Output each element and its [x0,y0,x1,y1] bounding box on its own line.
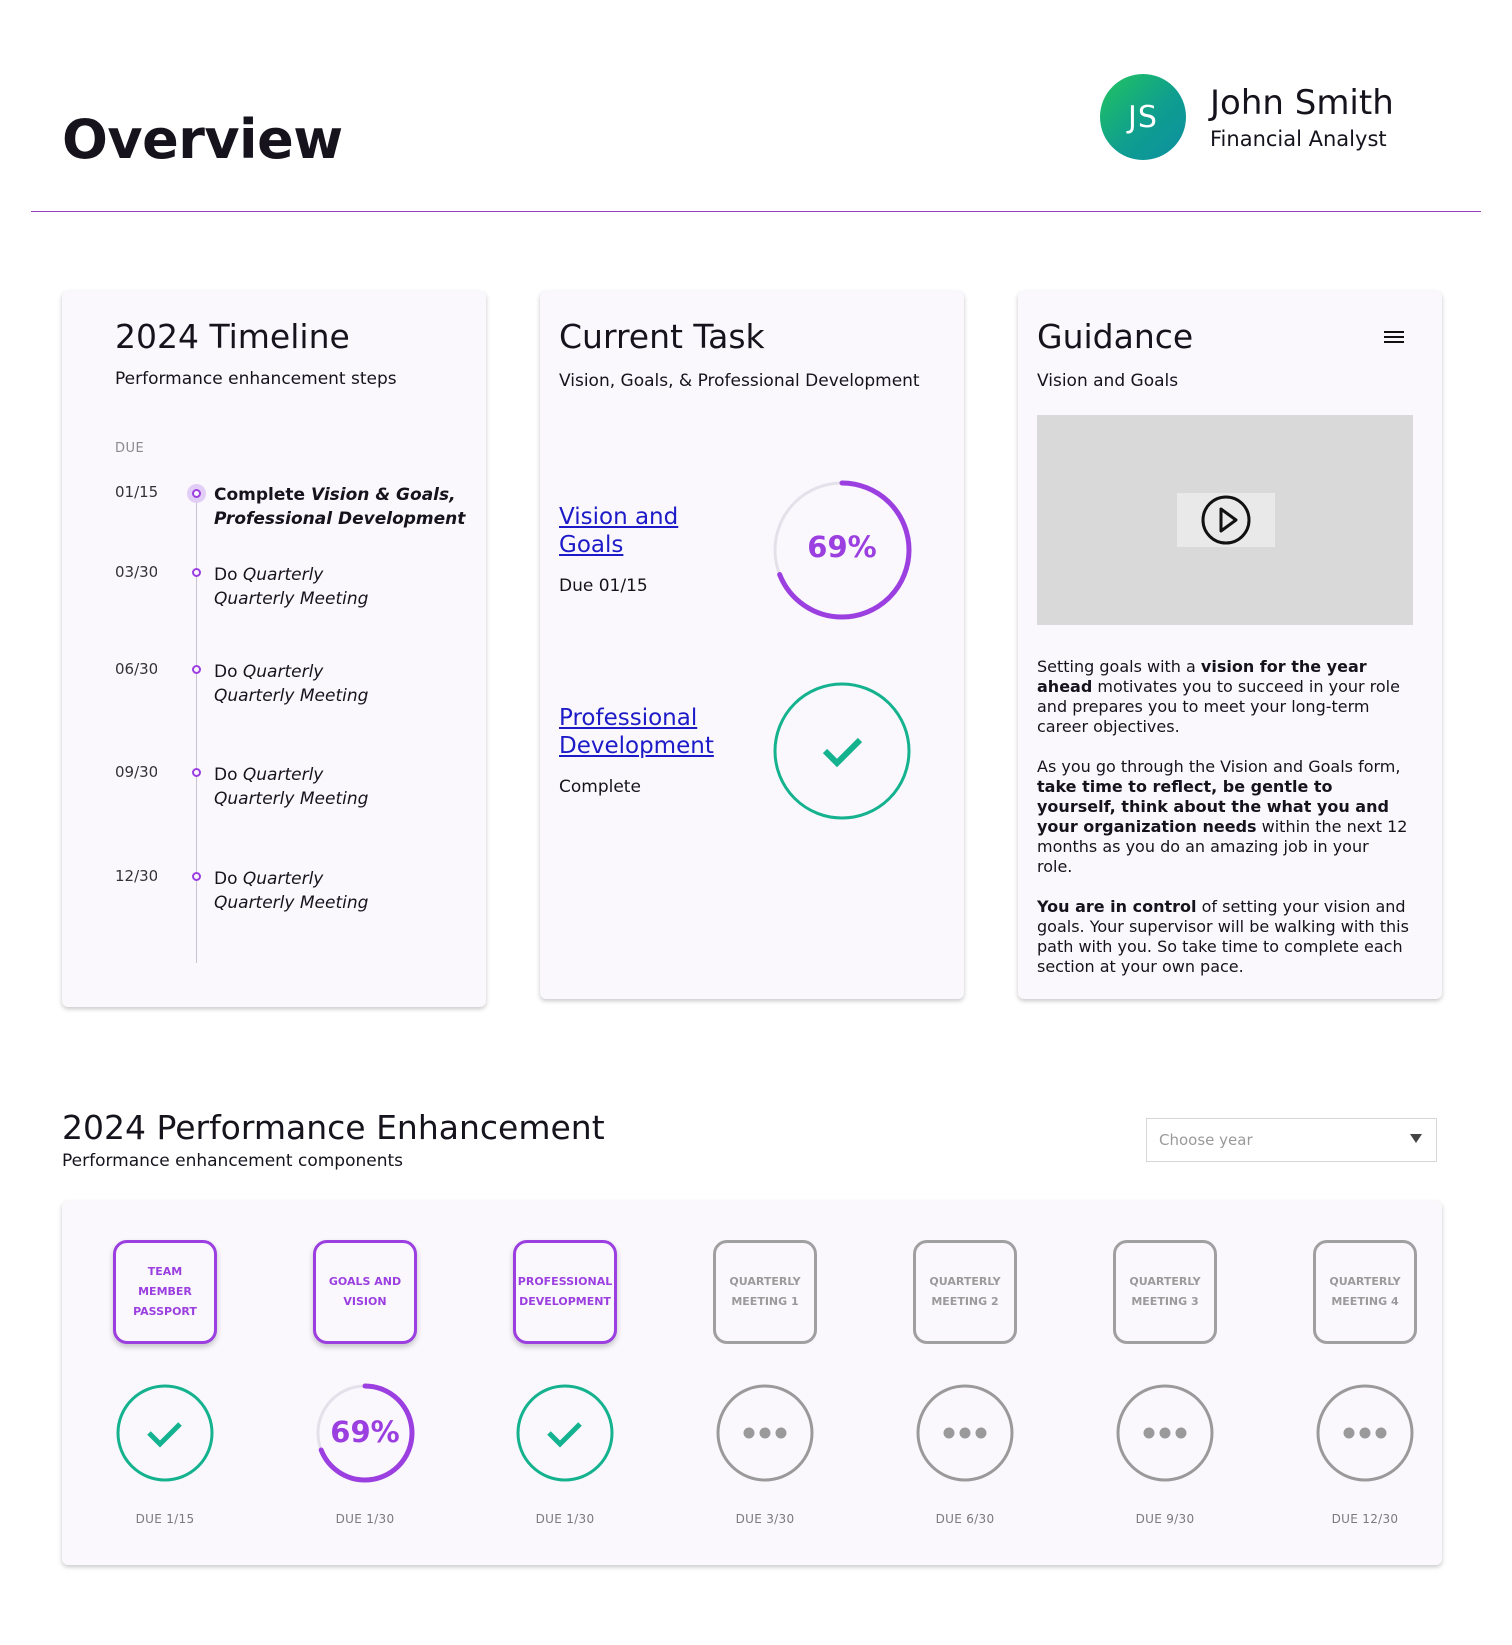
more-dot [1343,1427,1355,1439]
component-tile[interactable]: QUARTERLY MEETING 2 [913,1240,1017,1344]
guidance-title: Guidance [1037,317,1194,356]
timeline-date: 06/30 [115,660,157,678]
timeline-date: 09/30 [115,763,157,781]
guidance-card: Guidance Vision and Goals Setting goals … [1018,291,1442,999]
components-row: TEAM MEMBER PASSPORT DUE 1/15 GOALS AND VI… [62,1201,1442,1565]
performance-subtitle: Performance enhancement components [62,1151,404,1171]
pending-status [715,1383,815,1483]
performance-components-card: TEAM MEMBER PASSPORT DUE 1/15 GOALS AND VI… [62,1201,1442,1565]
more-dot [759,1427,771,1439]
timeline-marker [192,768,201,777]
timeline-step[interactable]: Do Quarterly Quarterly Meeting [214,660,368,708]
timeline-marker [192,665,201,674]
component-due-date: DUE 1/30 [335,1512,395,1526]
current-task-title: Current Task [559,317,765,356]
year-select-placeholder: Choose year [1159,1131,1253,1149]
avatar[interactable]: JS [1100,74,1186,160]
check-icon [822,737,863,768]
guidance-text: Setting goals with a vision for the year… [1037,657,1409,997]
timeline-step[interactable]: Do Quarterly Quarterly Meeting [214,563,368,611]
component-due-date: DUE 6/30 [935,1512,995,1526]
user-info: John Smith Financial Analyst [1210,83,1394,151]
guidance-paragraph: As you go through the Vision and Goals f… [1037,757,1408,876]
progress-value: 69% [330,1415,400,1449]
component-due-date: DUE 12/30 [1331,1512,1399,1526]
component-due-date: DUE 3/30 [735,1512,795,1526]
more-dot [743,1427,755,1439]
more-dot [959,1427,971,1439]
component-tile[interactable]: PROFESSIONAL DEVELOPMENT [513,1240,617,1344]
year-select[interactable]: Choose year [1146,1118,1437,1162]
check-icon [147,1422,182,1448]
guidance-paragraph: You are in control of setting your visio… [1037,897,1409,976]
more-dot [1375,1427,1387,1439]
task-progress-ring: 69% [772,480,912,620]
more-dot [1159,1427,1171,1439]
timeline-marker-active [187,484,206,503]
component-due-date: DUE 9/30 [1135,1512,1195,1526]
timeline-date: 12/30 [115,867,157,885]
chevron-down-icon [1410,1134,1422,1143]
timeline-marker [192,872,201,881]
component-due-date: DUE 1/15 [135,1512,195,1526]
pending-status [1315,1383,1415,1483]
pending-status [1115,1383,1215,1483]
component-tile[interactable]: GOALS AND VISION [313,1240,417,1344]
check-icon [547,1422,582,1448]
play-button[interactable] [1177,493,1275,547]
more-dot [975,1427,987,1439]
user-name: John Smith [1210,83,1394,123]
more-dot [943,1427,955,1439]
page-title: Overview [62,108,343,171]
timeline-step[interactable]: Complete Vision & Goals, Professional De… [214,483,465,531]
vision-goals-link[interactable]: Vision and Goals [559,503,678,559]
guidance-subtitle: Vision and Goals [1037,371,1179,391]
video-player[interactable] [1037,415,1413,625]
timeline-card: 2024 Timeline Performance enhancement st… [62,291,486,1007]
timeline-line [196,491,197,963]
header-divider [31,211,1481,212]
component-tile[interactable]: QUARTERLY MEETING 3 [1113,1240,1217,1344]
play-icon [1201,495,1251,545]
more-dot [1359,1427,1371,1439]
timeline-date: 01/15 [115,483,157,501]
performance-title: 2024 Performance Enhancement [62,1108,605,1147]
current-task-card: Current Task Vision, Goals, & Profession… [540,291,964,999]
more-dot [1143,1427,1155,1439]
timeline-date: 03/30 [115,563,157,581]
task-due-date: Due 01/15 [559,576,648,596]
timeline-marker [192,568,201,577]
menu-icon[interactable] [1384,331,1404,345]
task-status: Complete [559,777,641,797]
component-tile[interactable]: QUARTERLY MEETING 1 [713,1240,817,1344]
user-role: Financial Analyst [1210,127,1387,151]
component-due-date: DUE 1/30 [535,1512,595,1526]
timeline-step[interactable]: Do Quarterly Quarterly Meeting [214,867,368,915]
component-tile[interactable]: TEAM MEMBER PASSPORT [113,1240,217,1344]
progress-ring: 69% [315,1383,415,1483]
complete-status [515,1383,615,1483]
professional-development-link[interactable]: Professional Development [559,704,714,760]
timeline-step[interactable]: Do Quarterly Quarterly Meeting [214,763,368,811]
current-task-subtitle: Vision, Goals, & Professional Developmen… [559,371,920,391]
component-tile[interactable]: QUARTERLY MEETING 4 [1313,1240,1417,1344]
complete-status [115,1383,215,1483]
due-column-label: DUE [115,441,145,456]
timeline-title: 2024 Timeline [115,317,350,356]
pending-status [915,1383,1015,1483]
timeline-subtitle: Performance enhancement steps [115,369,397,389]
more-dot [1175,1427,1187,1439]
user-profile[interactable]: JS John Smith Financial Analyst [1100,74,1394,160]
guidance-paragraph: Setting goals with a vision for the year… [1037,657,1400,736]
more-dot [775,1427,787,1439]
task-progress-value: 69% [807,530,877,564]
task-complete-ring [772,681,912,821]
